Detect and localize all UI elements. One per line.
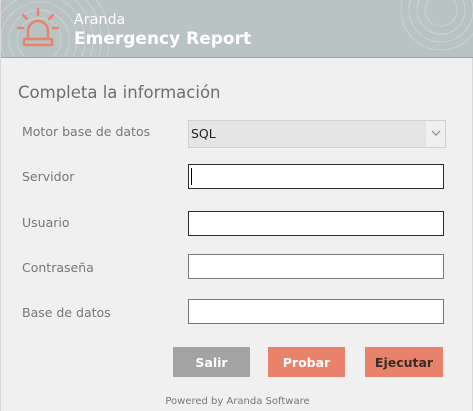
brand-product-name: Emergency Report [74,29,252,49]
header-divider [1,57,473,58]
emergency-report-window: Aranda Emergency Report Completa la info… [0,0,473,411]
engine-select-value: SQL [191,126,216,141]
form-title: Completa la información [18,83,221,102]
password-label: Contraseña [22,260,94,275]
engine-select[interactable]: SQL [188,120,446,148]
footer-powered-by: Powered by Aranda Software [165,396,310,407]
server-input[interactable] [188,164,444,189]
chevron-down-icon [431,130,441,136]
password-input[interactable] [188,254,444,279]
database-input[interactable] [188,299,444,324]
text-caret [191,168,192,185]
database-label: Base de datos [22,305,111,320]
user-label: Usuario [22,215,70,230]
test-button[interactable]: Probar [268,347,345,377]
brand-company-name: Aranda [74,12,126,28]
header-banner: Aranda Emergency Report [1,0,473,57]
run-button[interactable]: Ejecutar [365,347,443,377]
alarm-light-icon [17,7,59,47]
engine-label: Motor base de datos [22,124,151,139]
user-input[interactable] [188,211,444,236]
engine-select-toggle[interactable] [425,121,445,147]
server-label: Servidor [22,169,75,184]
exit-button[interactable]: Salir [173,347,250,377]
